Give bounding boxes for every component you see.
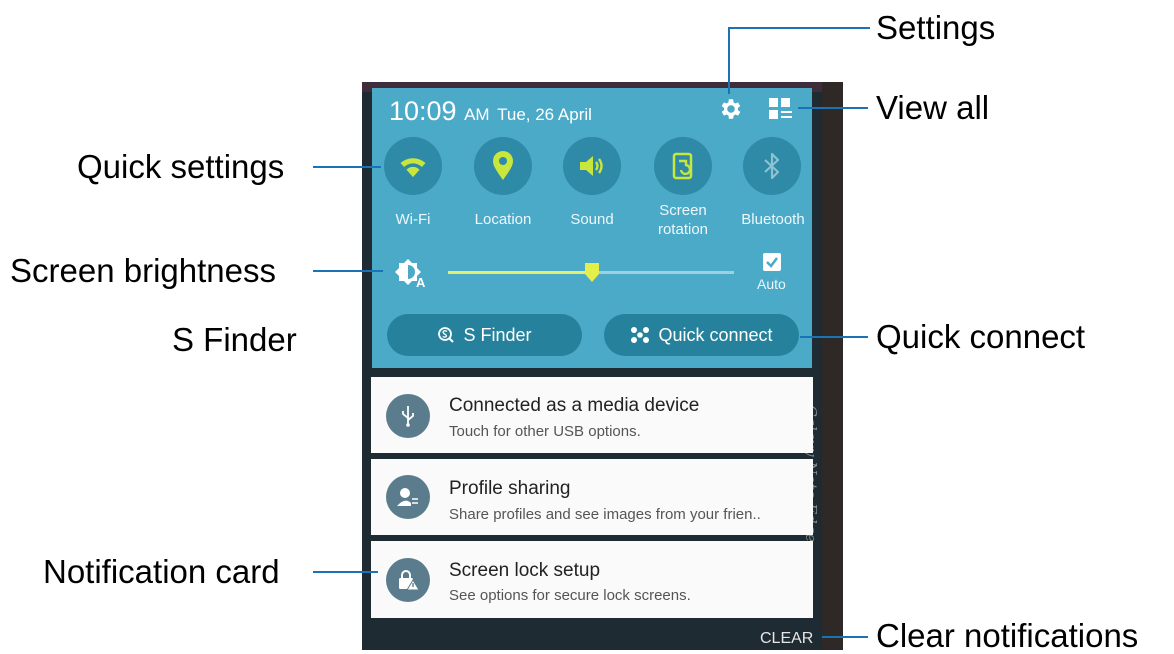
notification-title: Screen lock setup	[449, 560, 601, 581]
sound-icon	[580, 156, 603, 176]
notification-subtitle: Share profiles and see images from your …	[449, 506, 761, 523]
settings-gear-icon[interactable]	[718, 96, 744, 122]
quick-connect-button[interactable]: Quick connect	[604, 314, 799, 356]
edge-panel	[822, 82, 843, 650]
screen-lock-icon	[386, 558, 430, 602]
notification-title: Connected as a media device	[449, 395, 700, 416]
sound-label: Sound	[570, 211, 614, 228]
settings-callout-line-h	[728, 27, 870, 29]
wifi-icon	[400, 158, 426, 177]
notification-card[interactable]: Screen lock setup See options for secure…	[371, 541, 813, 618]
clock-date: Tue, 26 April	[497, 105, 592, 124]
location-label: Location	[474, 211, 532, 228]
wifi-toggle[interactable]	[384, 137, 442, 195]
clock-ampm: AM	[464, 105, 490, 124]
notification-card[interactable]: Connected as a media device Touch for ot…	[371, 377, 813, 453]
clear-notifications-callout-line	[822, 636, 868, 638]
s-finder-label: S Finder	[463, 324, 532, 345]
notification-card[interactable]: Profile sharing Share profiles and see i…	[371, 459, 813, 535]
quick-connect-label: Quick connect	[658, 324, 773, 345]
quick-connect-icon	[631, 327, 650, 343]
notification-title: Profile sharing	[449, 478, 571, 499]
view-all-callout: View all	[876, 89, 990, 126]
s-finder-callout: S Finder	[172, 321, 297, 358]
clock-time: 10:09	[389, 96, 457, 126]
view-all-callout-line	[798, 107, 868, 109]
auto-brightness-checkbox[interactable]	[763, 253, 781, 271]
quick-connect-callout: Quick connect	[876, 318, 1086, 355]
location-icon	[493, 151, 513, 180]
brightness-slider-thumb[interactable]	[585, 263, 599, 282]
notification-subtitle: See options for secure lock screens.	[449, 587, 691, 604]
profile-sharing-icon	[386, 475, 430, 519]
clear-button[interactable]: CLEAR	[760, 630, 813, 648]
settings-callout: Settings	[876, 9, 996, 46]
notification-subtitle: Touch for other USB options.	[449, 423, 641, 440]
quick-settings-callout-line	[313, 166, 381, 168]
s-finder-icon	[438, 327, 455, 343]
screen-brightness-callout: Screen brightness	[10, 252, 276, 289]
s-finder-button[interactable]: S Finder	[387, 314, 582, 356]
brightness-track-empty	[591, 271, 734, 274]
quick-connect-callout-line	[800, 336, 868, 338]
notification-card-callout-line	[313, 571, 378, 573]
view-all-icon[interactable]	[768, 97, 794, 121]
sound-toggle[interactable]	[563, 137, 621, 195]
screen-rotation-toggle[interactable]	[654, 137, 712, 195]
screen-rotation-label: Screen rotation	[657, 202, 709, 238]
location-toggle[interactable]	[474, 137, 532, 195]
screen-rotation-icon	[672, 152, 693, 180]
quick-settings-callout: Quick settings	[77, 148, 285, 185]
bluetooth-icon	[764, 152, 780, 180]
auto-label: Auto	[757, 276, 786, 292]
screen-brightness-callout-line	[313, 270, 383, 272]
settings-callout-line-v	[728, 28, 730, 94]
brightness-track-filled	[448, 271, 591, 274]
usb-icon	[386, 394, 430, 438]
bluetooth-toggle[interactable]	[743, 137, 801, 195]
checkmark-icon	[766, 257, 778, 268]
notification-card-callout: Notification card	[43, 553, 280, 590]
brightness-auto-icon: A	[394, 258, 428, 290]
status-clock: 10:09 AM Tue, 26 April	[389, 96, 592, 127]
bluetooth-label: Bluetooth	[741, 211, 805, 228]
svg-text:A: A	[416, 275, 426, 288]
clear-notifications-callout: Clear notifications	[876, 617, 1139, 654]
wifi-label: Wi-Fi	[395, 211, 431, 228]
